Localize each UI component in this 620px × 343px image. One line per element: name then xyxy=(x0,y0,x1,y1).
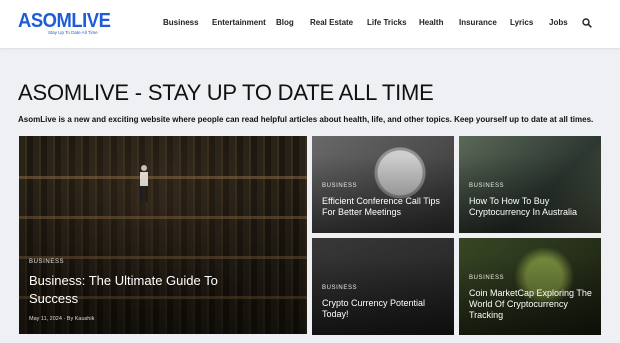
nav-health[interactable]: Health xyxy=(419,18,443,27)
nav-entertainment[interactable]: Entertainment xyxy=(212,18,266,27)
logo-tagline: Stay Up To Date All Time xyxy=(48,30,98,35)
nav-jobs[interactable]: Jobs xyxy=(549,18,568,27)
main-nav: Business Entertainment Blog Real Estate … xyxy=(150,0,620,48)
post-category[interactable]: BUSINESS xyxy=(469,183,504,189)
nav-life-tricks[interactable]: Life Tricks xyxy=(367,18,407,27)
post-title[interactable]: Crypto Currency Potential Today! xyxy=(322,298,447,320)
post-meta: May 11, 2024 · By Kaushik xyxy=(29,316,95,322)
post-card[interactable]: BUSINESS How To How To Buy Cryptocurrenc… xyxy=(459,136,601,233)
post-card[interactable]: BUSINESS Efficient Conference Call Tips … xyxy=(312,136,454,233)
nav-real-estate[interactable]: Real Estate xyxy=(310,18,353,27)
search-icon[interactable] xyxy=(582,18,592,28)
nav-lyrics[interactable]: Lyrics xyxy=(510,18,533,27)
post-title[interactable]: Efficient Conference Call Tips For Bette… xyxy=(322,196,447,218)
featured-post-card[interactable]: BUSINESS Business: The Ultimate Guide To… xyxy=(19,136,307,334)
page-title: ASOMLIVE - STAY UP TO DATE ALL TIME xyxy=(18,80,434,105)
site-header: ASOMLIVE Stay Up To Date All Time Busine… xyxy=(0,0,620,48)
post-category[interactable]: BUSINESS xyxy=(322,285,357,291)
post-category[interactable]: BUSINESS xyxy=(469,275,504,281)
post-card[interactable]: BUSINESS Coin MarketCap Exploring The Wo… xyxy=(459,238,601,335)
post-title[interactable]: Business: The Ultimate Guide To Success xyxy=(29,272,259,308)
site-logo[interactable]: ASOMLIVE Stay Up To Date All Time xyxy=(18,10,111,36)
post-card[interactable]: BUSINESS Crypto Currency Potential Today… xyxy=(312,238,454,335)
logo-text: ASOMLIVE xyxy=(18,10,111,32)
page-intro: AsomLive is a new and exciting website w… xyxy=(18,115,594,124)
post-title[interactable]: How To How To Buy Cryptocurrency In Aust… xyxy=(469,196,594,218)
post-category[interactable]: BUSINESS xyxy=(322,183,357,189)
post-title[interactable]: Coin MarketCap Exploring The World Of Cr… xyxy=(469,288,594,321)
nav-insurance[interactable]: Insurance xyxy=(459,18,497,27)
post-category[interactable]: BUSINESS xyxy=(29,259,64,265)
nav-blog[interactable]: Blog xyxy=(276,18,294,27)
nav-business[interactable]: Business xyxy=(163,18,199,27)
